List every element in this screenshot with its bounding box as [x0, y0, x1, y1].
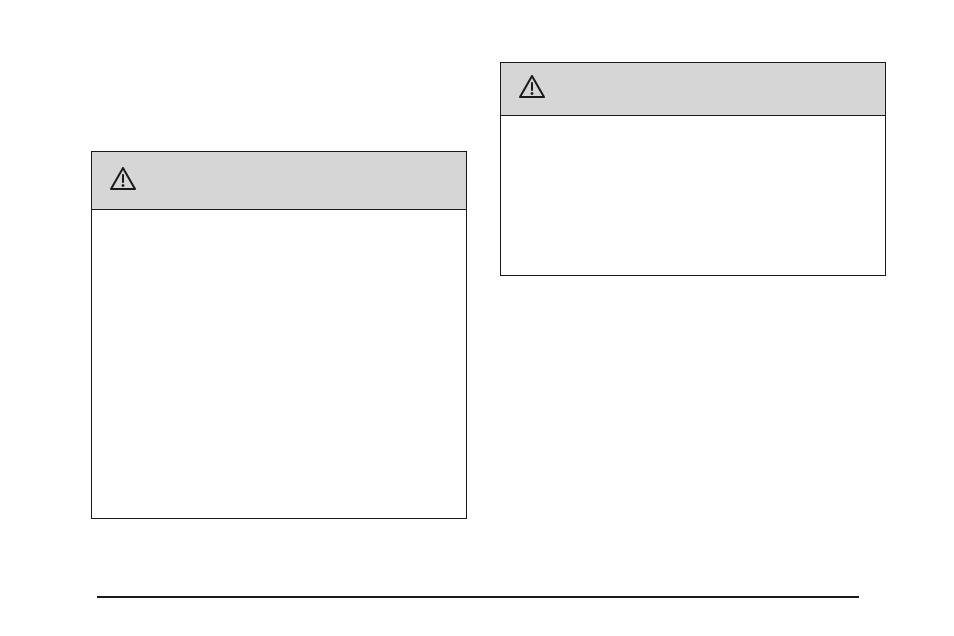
warning-icon [110, 167, 136, 195]
warning-box-left [91, 151, 467, 519]
warning-box-right [500, 62, 886, 276]
warning-box-left-header [92, 152, 466, 210]
warning-icon [519, 75, 545, 103]
warning-box-left-body [92, 210, 466, 518]
horizontal-rule [97, 596, 859, 598]
warning-box-right-body [501, 116, 885, 275]
warning-box-right-header [501, 63, 885, 116]
